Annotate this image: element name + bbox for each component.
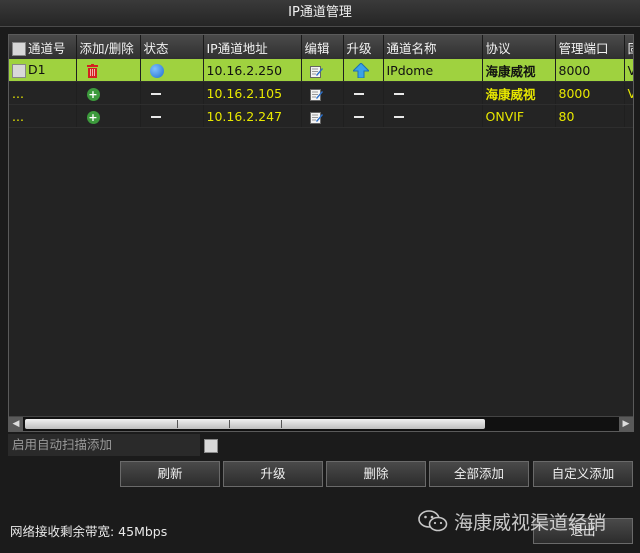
upgrade-cell: [343, 81, 384, 105]
upgrade-button[interactable]: 升级: [223, 461, 323, 487]
channel-cell[interactable]: ...: [9, 104, 77, 128]
protocol-cell: ONVIF: [482, 104, 556, 128]
header-status[interactable]: 状态: [140, 35, 204, 59]
table-row[interactable]: D1 10.16.2.250 IPdome 海康威视 8000: [9, 59, 633, 82]
firmware-cell: [624, 104, 633, 128]
scroll-left-button[interactable]: ◀: [9, 417, 23, 431]
header-firmware[interactable]: 固: [624, 35, 633, 59]
dash-icon: [353, 116, 364, 118]
status-cell: [140, 59, 204, 82]
status-cell: [140, 81, 204, 105]
ip-channel-table-panel: 通道号 添加/删除 状态 IP通道地址 编辑 升级 通道名称 协议 管理端口 固…: [8, 34, 634, 432]
header-ip[interactable]: IP通道地址: [203, 35, 302, 59]
upgrade-cell: [343, 104, 384, 128]
bandwidth-status: 网络接收剩余带宽: 45Mbps: [10, 524, 168, 539]
auto-scan-checkbox[interactable]: [204, 439, 218, 453]
dash-icon: [393, 116, 404, 118]
dash-icon: [353, 93, 364, 95]
port-cell: 8000: [555, 81, 625, 105]
custom-add-button[interactable]: 自定义添加: [533, 461, 633, 487]
scroll-right-button[interactable]: ▶: [619, 417, 633, 431]
table-row[interactable]: ... + 10.16.2.247 ONVIF 80: [9, 104, 633, 128]
ip-cell: 10.16.2.250: [203, 59, 302, 82]
protocol-cell: 海康威视: [482, 59, 556, 82]
header-protocol[interactable]: 协议: [482, 35, 556, 59]
table-header: 通道号 添加/删除 状态 IP通道地址 编辑 升级 通道名称 协议 管理端口 固: [9, 35, 633, 59]
table-row[interactable]: ... + 10.16.2.105 海康威视 8000 V: [9, 81, 633, 105]
scrollbar-thumb[interactable]: [25, 419, 485, 429]
ip-cell: 10.16.2.105: [203, 81, 302, 105]
upgrade-cell: [343, 59, 384, 82]
refresh-button[interactable]: 刷新: [120, 461, 220, 487]
watermark-text: 海康威视渠道经销: [454, 511, 607, 534]
auto-scan-label: 启用自动扫描添加: [8, 434, 200, 456]
horizontal-scrollbar[interactable]: ◀ ▶: [9, 416, 633, 431]
header-port[interactable]: 管理端口: [555, 35, 625, 59]
add-icon[interactable]: +: [86, 87, 100, 101]
ip-cell: 10.16.2.247: [203, 104, 302, 128]
channel-cell[interactable]: D1: [9, 59, 77, 82]
add-icon[interactable]: +: [86, 110, 100, 124]
action-cell: [76, 59, 141, 82]
port-cell: 80: [555, 104, 625, 128]
channel-cell[interactable]: ...: [9, 81, 77, 105]
delete-button[interactable]: 删除: [326, 461, 426, 487]
header-upgrade[interactable]: 升级: [343, 35, 384, 59]
wechat-icon: [418, 510, 448, 532]
header-add-delete[interactable]: 添加/删除: [76, 35, 141, 59]
action-cell: +: [76, 104, 141, 128]
header-channel-label: 通道号: [28, 40, 66, 56]
header-channel[interactable]: 通道号: [9, 35, 77, 59]
dash-icon: [393, 93, 404, 95]
edit-icon[interactable]: [309, 111, 323, 124]
status-cell: [140, 104, 204, 128]
protocol-cell: 海康威视: [482, 81, 556, 105]
scroll-tick: [229, 420, 230, 428]
edit-cell: [301, 104, 344, 128]
action-cell: +: [76, 81, 141, 105]
channel-id: D1: [28, 62, 46, 78]
edit-icon[interactable]: [309, 88, 323, 101]
ip-channel-table: 通道号 添加/删除 状态 IP通道地址 编辑 升级 通道名称 协议 管理端口 固…: [9, 35, 633, 128]
status-online-icon: [149, 63, 164, 78]
scroll-tick: [281, 420, 282, 428]
trash-icon[interactable]: [86, 63, 99, 78]
auto-scan-row: 启用自动扫描添加: [8, 434, 632, 456]
header-edit[interactable]: 编辑: [301, 35, 344, 59]
dash-icon: [150, 116, 161, 118]
edit-cell: [301, 59, 344, 82]
port-cell: 8000: [555, 59, 625, 82]
channel-name-cell: [383, 104, 483, 128]
firmware-cell: V: [624, 81, 633, 105]
add-all-button[interactable]: 全部添加: [429, 461, 529, 487]
window-title: IP通道管理: [0, 0, 640, 27]
scroll-tick: [177, 420, 178, 428]
firmware-cell: V: [624, 59, 633, 82]
edit-icon[interactable]: [309, 65, 323, 78]
dash-icon: [150, 93, 161, 95]
upgrade-arrow-icon[interactable]: [352, 63, 369, 78]
watermark: 海康威视渠道经销: [418, 504, 606, 538]
row-checkbox[interactable]: [12, 63, 26, 78]
select-all-checkbox[interactable]: [12, 42, 26, 56]
edit-cell: [301, 81, 344, 105]
channel-name-cell: [383, 81, 483, 105]
header-channel-name[interactable]: 通道名称: [383, 35, 483, 59]
channel-name-cell: IPdome: [383, 59, 483, 82]
